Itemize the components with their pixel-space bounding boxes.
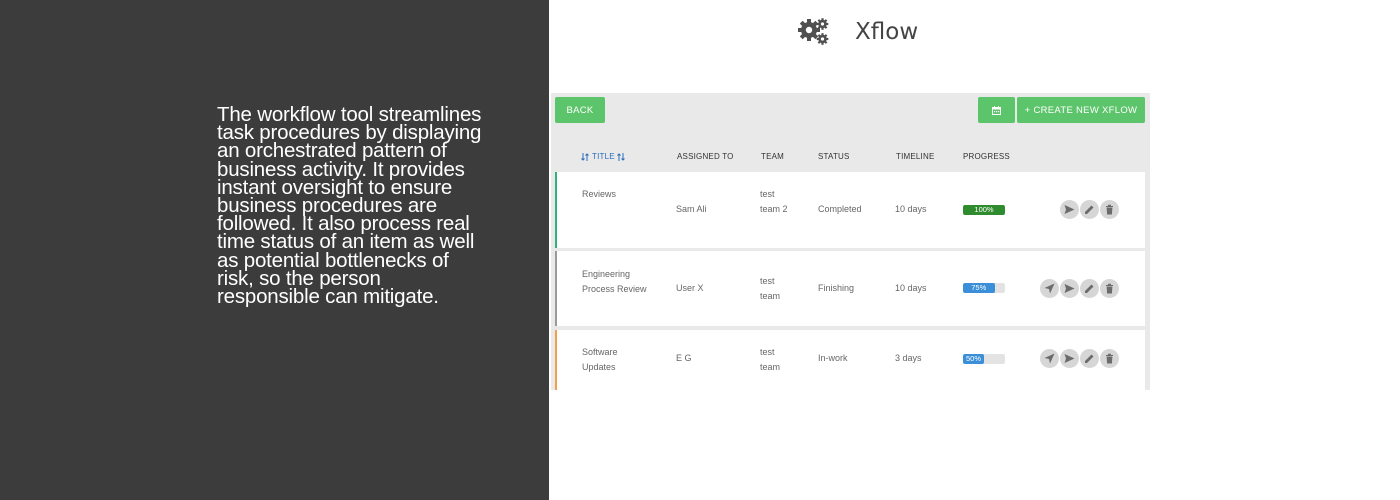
progress-bar: 100%: [963, 205, 1005, 215]
progress-fill: 50%: [963, 354, 984, 364]
brand-header: Xflow: [797, 16, 918, 48]
delete-icon: [1106, 283, 1113, 294]
edit-button[interactable]: [1080, 279, 1099, 298]
send-button[interactable]: [1060, 349, 1079, 368]
table-row[interactable]: Engineering Process Review User X test t…: [555, 251, 1145, 326]
calendar-button[interactable]: [978, 97, 1015, 123]
table-row[interactable]: Software Updates E G test team In-work 3…: [555, 330, 1145, 390]
table-row[interactable]: Reviews Sam Ali test team 2 Completed 10…: [555, 172, 1145, 248]
row-team: test team: [760, 276, 781, 301]
app-name: Xflow: [855, 19, 919, 45]
row-team: test team: [760, 347, 781, 372]
row-assigned-to: User X: [676, 283, 704, 293]
row-team: test team 2: [760, 189, 788, 214]
edit-button[interactable]: [1080, 200, 1099, 219]
navigate-button[interactable]: [1040, 349, 1059, 368]
edit-icon: [1085, 284, 1094, 293]
row-timeline: 10 days: [895, 283, 927, 293]
column-header-title[interactable]: TITLE: [581, 152, 626, 161]
send-icon: [1064, 354, 1075, 363]
calendar-icon: [992, 105, 1001, 115]
intro-panel: The workflow tool streamlines task proce…: [0, 0, 549, 500]
row-title: Reviews: [582, 189, 617, 199]
column-header-assigned-to: ASSIGNED TO: [677, 152, 734, 161]
column-header-title-label: TITLE: [592, 152, 615, 161]
delete-icon: [1106, 204, 1113, 215]
edit-icon: [1085, 205, 1094, 214]
navigate-button[interactable]: [1040, 279, 1059, 298]
back-button[interactable]: BACK: [555, 97, 605, 123]
row-actions: [1060, 200, 1119, 219]
edit-button[interactable]: [1080, 349, 1099, 368]
row-status: Completed: [818, 204, 862, 214]
progress-bar: 50%: [963, 354, 1005, 364]
send-button[interactable]: [1060, 200, 1079, 219]
row-title: Software Updates: [582, 347, 618, 372]
row-assigned-to: Sam Ali: [676, 204, 707, 214]
progress-fill: 75%: [963, 283, 995, 293]
xflow-app: BACK + CREATE NEW XFLOW TITLE ASSIGNED T…: [551, 93, 1150, 390]
delete-icon: [1106, 353, 1113, 364]
progress-fill: 100%: [963, 205, 1005, 215]
row-timeline: 10 days: [895, 204, 927, 214]
send-icon: [1064, 205, 1075, 214]
send-button[interactable]: [1060, 279, 1079, 298]
delete-button[interactable]: [1100, 279, 1119, 298]
gears-icon: [798, 18, 829, 45]
column-header-timeline: TIMELINE: [896, 152, 935, 161]
delete-button[interactable]: [1100, 200, 1119, 219]
row-actions: [1040, 279, 1119, 298]
intro-text: The workflow tool streamlines task proce…: [217, 103, 482, 309]
create-xflow-button[interactable]: + CREATE NEW XFLOW: [1017, 97, 1145, 123]
sort-icon: [581, 152, 589, 161]
progress-bar: 75%: [963, 283, 1005, 293]
column-header-progress: PROGRESS: [963, 152, 1010, 161]
delete-button[interactable]: [1100, 349, 1119, 368]
send-icon: [1064, 284, 1075, 293]
sort-icon: [616, 152, 625, 161]
edit-icon: [1085, 354, 1094, 363]
row-title: Engineering Process Review: [582, 269, 647, 294]
row-timeline: 3 days: [895, 353, 922, 363]
row-status: In-work: [818, 353, 848, 363]
navigate-icon: [1044, 283, 1055, 294]
column-header-status: STATUS: [818, 152, 850, 161]
row-assigned-to: E G: [676, 353, 692, 363]
row-actions: [1040, 349, 1119, 368]
navigate-icon: [1044, 353, 1055, 364]
column-header-team: TEAM: [761, 152, 785, 161]
row-status: Finishing: [818, 283, 855, 293]
